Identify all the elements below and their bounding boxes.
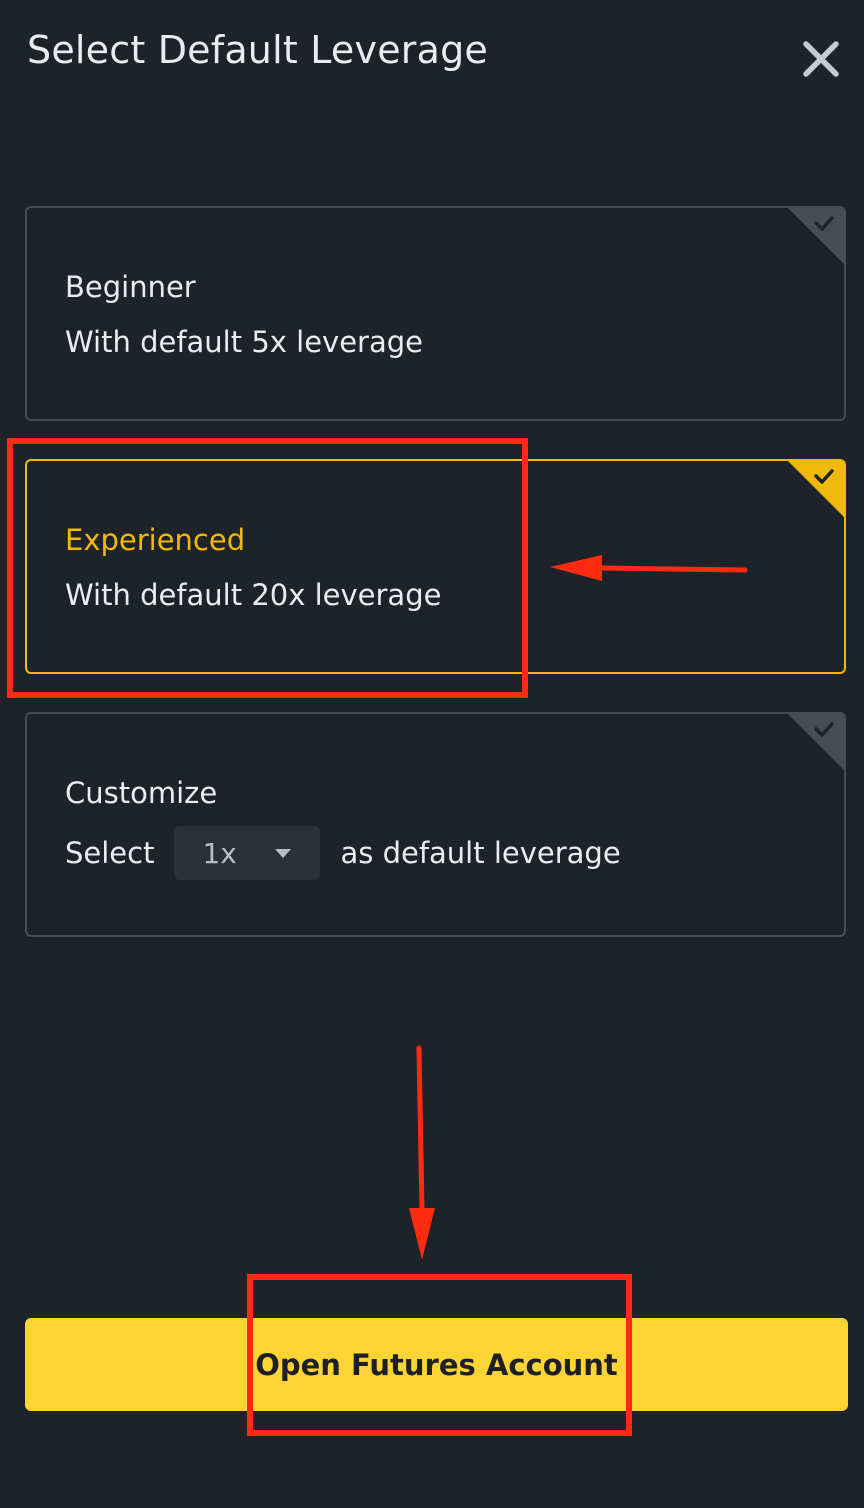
customize-prefix: Select (65, 836, 155, 870)
close-button[interactable] (796, 34, 846, 84)
check-corner-icon (788, 714, 844, 770)
leverage-dropdown-value: 1x (202, 836, 237, 870)
option-title: Experienced (65, 523, 246, 557)
caret-down-icon (274, 848, 291, 858)
option-description: With default 5x leverage (65, 325, 423, 359)
customize-row: Select 1x as default leverage (65, 825, 621, 881)
option-card-customize[interactable]: Customize Select 1x as default leverage (25, 712, 846, 937)
check-corner-icon (788, 208, 844, 264)
leverage-dialog: Select Default Leverage Beginner With de… (0, 0, 864, 1508)
option-title: Customize (65, 776, 218, 810)
leverage-dropdown[interactable]: 1x (174, 826, 321, 880)
option-description: With default 20x leverage (65, 578, 442, 612)
open-futures-account-label: Open Futures Account (255, 1347, 618, 1382)
option-title: Beginner (65, 270, 196, 304)
check-corner-icon (788, 461, 844, 517)
open-futures-account-button[interactable]: Open Futures Account (25, 1318, 848, 1411)
close-icon (803, 41, 839, 77)
arrow-to-button-line (416, 1045, 425, 1213)
arrow-to-button-head (409, 1208, 435, 1260)
option-card-beginner[interactable]: Beginner With default 5x leverage (25, 206, 846, 421)
dialog-title: Select Default Leverage (27, 28, 488, 72)
customize-suffix: as default leverage (340, 836, 621, 870)
option-card-experienced[interactable]: Experienced With default 20x leverage (25, 459, 846, 674)
